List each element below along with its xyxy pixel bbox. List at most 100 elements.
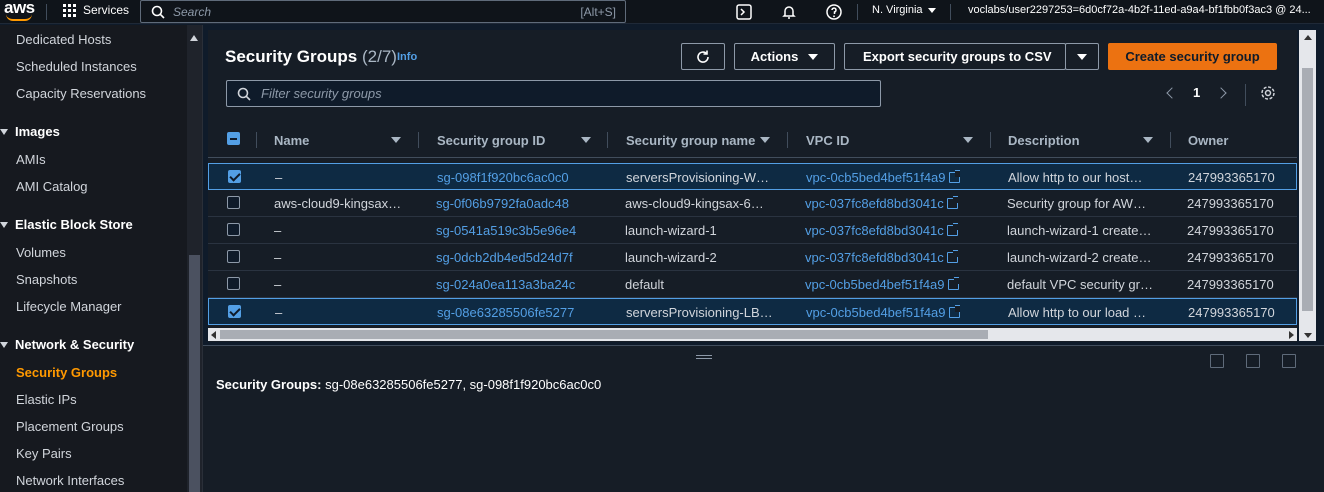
row-checkbox[interactable] bbox=[227, 223, 240, 236]
table-row[interactable]: – sg-024a0ea113a3ba24c default vpc-0cb5b… bbox=[208, 271, 1297, 298]
details-panel: Security Groups: sg-08e63285506fe5277, s… bbox=[203, 345, 1324, 492]
bell-icon[interactable] bbox=[780, 3, 798, 21]
sidebar-section-network-security[interactable]: Network & Security bbox=[0, 337, 134, 352]
title-text: Security Groups bbox=[225, 47, 358, 66]
vpc-id-link[interactable]: vpc-037fc8efd8bd3041c bbox=[805, 250, 958, 265]
row-checkbox[interactable] bbox=[227, 250, 240, 263]
scroll-up-icon[interactable] bbox=[1304, 35, 1312, 40]
help-icon[interactable] bbox=[825, 3, 843, 21]
sort-icon[interactable] bbox=[391, 122, 403, 158]
sidebar-item-lifecycle-manager[interactable]: Lifecycle Manager bbox=[16, 299, 122, 314]
table-row[interactable]: – sg-098f1f920bc6ac0c0 serversProvisioni… bbox=[208, 163, 1297, 190]
cell-owner: 247993365170 bbox=[1187, 223, 1274, 238]
sidebar-item-dedicated-hosts[interactable]: Dedicated Hosts bbox=[16, 32, 111, 47]
create-label: Create security group bbox=[1125, 49, 1260, 64]
row-checkbox[interactable] bbox=[228, 170, 241, 183]
sort-icon[interactable] bbox=[1143, 122, 1155, 158]
sort-icon[interactable] bbox=[581, 122, 593, 158]
info-link[interactable]: Info bbox=[397, 51, 417, 63]
scroll-right-icon[interactable] bbox=[1289, 331, 1294, 339]
sidebar-item-capacity-reservations[interactable]: Capacity Reservations bbox=[16, 86, 146, 101]
sidebar-item-placement-groups[interactable]: Placement Groups bbox=[16, 419, 124, 434]
table-row[interactable]: – sg-0541a519c3b5e96e4 launch-wizard-1 v… bbox=[208, 217, 1297, 244]
scrollbar-thumb[interactable] bbox=[189, 255, 200, 492]
sidebar-item-elastic-ips[interactable]: Elastic IPs bbox=[16, 392, 77, 407]
row-checkbox[interactable] bbox=[227, 277, 240, 290]
table-row[interactable]: – sg-0dcb2db4ed5d24d7f launch-wizard-2 v… bbox=[208, 244, 1297, 271]
aws-logo[interactable]: aws bbox=[2, 0, 36, 24]
gear-icon[interactable] bbox=[1260, 85, 1276, 101]
column-divider bbox=[990, 132, 991, 148]
resize-handle-icon[interactable] bbox=[696, 355, 712, 359]
scrollbar-thumb[interactable] bbox=[1302, 68, 1313, 311]
security-group-id-link[interactable]: sg-0f06b9792fa0adc48 bbox=[436, 196, 569, 211]
vpc-id-link[interactable]: vpc-0cb5bed4bef51f4a9 bbox=[805, 277, 959, 292]
security-group-id-link[interactable]: sg-098f1f920bc6ac0c0 bbox=[437, 170, 569, 185]
search-placeholder: Search bbox=[173, 4, 212, 19]
panel-bottom-icon[interactable] bbox=[1210, 354, 1224, 368]
panel-hide-icon[interactable] bbox=[1282, 354, 1296, 368]
table-row[interactable]: aws-cloud9-kingsax… sg-0f06b9792fa0adc48… bbox=[208, 190, 1297, 217]
table-row[interactable]: – sg-08e63285506fe5277 serversProvisioni… bbox=[208, 298, 1297, 325]
security-group-id-link[interactable]: sg-024a0ea113a3ba24c bbox=[436, 277, 575, 292]
sidebar-item-security-groups[interactable]: Security Groups bbox=[16, 365, 117, 380]
chevron-right-icon[interactable] bbox=[1215, 86, 1227, 99]
scroll-down-icon[interactable] bbox=[1304, 333, 1312, 338]
sort-icon[interactable] bbox=[963, 122, 975, 158]
page-number[interactable]: 1 bbox=[1193, 85, 1200, 100]
actions-button[interactable]: Actions bbox=[734, 43, 835, 70]
account-menu[interactable]: voclabs/user2297253=6d0cf72a-4b2f-11ed-a… bbox=[968, 4, 1324, 16]
security-group-id-link[interactable]: sg-08e63285506fe5277 bbox=[437, 305, 574, 320]
cell-name: aws-cloud9-kingsax… bbox=[274, 196, 402, 211]
column-header-name[interactable]: Name bbox=[274, 122, 309, 158]
cell-description: Allow http to our load … bbox=[1008, 305, 1147, 320]
scrollbar-thumb[interactable] bbox=[220, 330, 988, 339]
sidebar-item-scheduled-instances[interactable]: Scheduled Instances bbox=[16, 59, 137, 74]
column-header-vpc-id[interactable]: VPC ID bbox=[806, 122, 849, 158]
column-divider bbox=[418, 132, 419, 148]
panel-side-icon[interactable] bbox=[1246, 354, 1260, 368]
vpc-id-link[interactable]: vpc-037fc8efd8bd3041c bbox=[805, 223, 958, 238]
refresh-button[interactable] bbox=[681, 43, 725, 70]
search-input[interactable]: Search [Alt+S] bbox=[140, 0, 626, 23]
filter-security-groups-input[interactable]: Filter security groups bbox=[226, 80, 881, 107]
sidebar-section-ebs[interactable]: Elastic Block Store bbox=[0, 217, 133, 232]
sidebar-item-amis[interactable]: AMIs bbox=[16, 152, 46, 167]
select-all-checkbox[interactable] bbox=[227, 132, 240, 145]
export-csv-button[interactable]: Export security groups to CSV bbox=[844, 43, 1066, 70]
column-header-owner[interactable]: Owner bbox=[1188, 122, 1228, 158]
region-selector[interactable]: N. Virginia bbox=[872, 4, 936, 16]
create-security-group-button[interactable]: Create security group bbox=[1108, 43, 1277, 70]
column-label: Owner bbox=[1188, 132, 1229, 148]
sort-icon[interactable] bbox=[760, 122, 772, 158]
sidebar-section-images[interactable]: Images bbox=[0, 124, 60, 139]
sidebar-item-key-pairs[interactable]: Key Pairs bbox=[16, 446, 72, 461]
row-checkbox[interactable] bbox=[227, 196, 240, 209]
main-vertical-scrollbar[interactable] bbox=[1299, 30, 1316, 341]
security-group-id-link[interactable]: sg-0dcb2db4ed5d24d7f bbox=[436, 250, 573, 265]
caret-down-icon bbox=[0, 128, 8, 135]
cloudshell-icon[interactable] bbox=[735, 3, 753, 21]
scroll-left-icon[interactable] bbox=[211, 331, 216, 339]
chevron-left-icon[interactable] bbox=[1166, 86, 1178, 99]
pagination: 1 bbox=[1166, 85, 1227, 100]
security-group-id-link[interactable]: sg-0541a519c3b5e96e4 bbox=[436, 223, 576, 238]
scroll-up-icon[interactable] bbox=[190, 35, 198, 41]
caret-down-icon bbox=[0, 221, 8, 228]
table-horizontal-scrollbar[interactable] bbox=[208, 328, 1297, 341]
column-header-security-group-id[interactable]: Security group ID bbox=[437, 122, 545, 158]
sidebar-item-ami-catalog[interactable]: AMI Catalog bbox=[16, 179, 88, 194]
sidebar-item-snapshots[interactable]: Snapshots bbox=[16, 272, 77, 287]
vpc-id-text: vpc-037fc8efd8bd3041c bbox=[805, 250, 944, 265]
sidebar-item-volumes[interactable]: Volumes bbox=[16, 245, 66, 260]
vpc-id-link[interactable]: vpc-0cb5bed4bef51f4a9 bbox=[806, 305, 960, 320]
column-header-description[interactable]: Description bbox=[1008, 122, 1080, 158]
row-checkbox[interactable] bbox=[228, 305, 241, 318]
column-header-security-group-name[interactable]: Security group name bbox=[626, 122, 755, 158]
services-menu-button[interactable]: Services bbox=[63, 3, 129, 17]
vpc-id-link[interactable]: vpc-037fc8efd8bd3041c bbox=[805, 196, 958, 211]
sidebar-scrollbar[interactable] bbox=[187, 25, 202, 492]
sidebar-item-network-interfaces[interactable]: Network Interfaces bbox=[16, 473, 124, 488]
export-dropdown-button[interactable] bbox=[1065, 43, 1099, 70]
vpc-id-link[interactable]: vpc-0cb5bed4bef51f4a9 bbox=[806, 170, 960, 185]
